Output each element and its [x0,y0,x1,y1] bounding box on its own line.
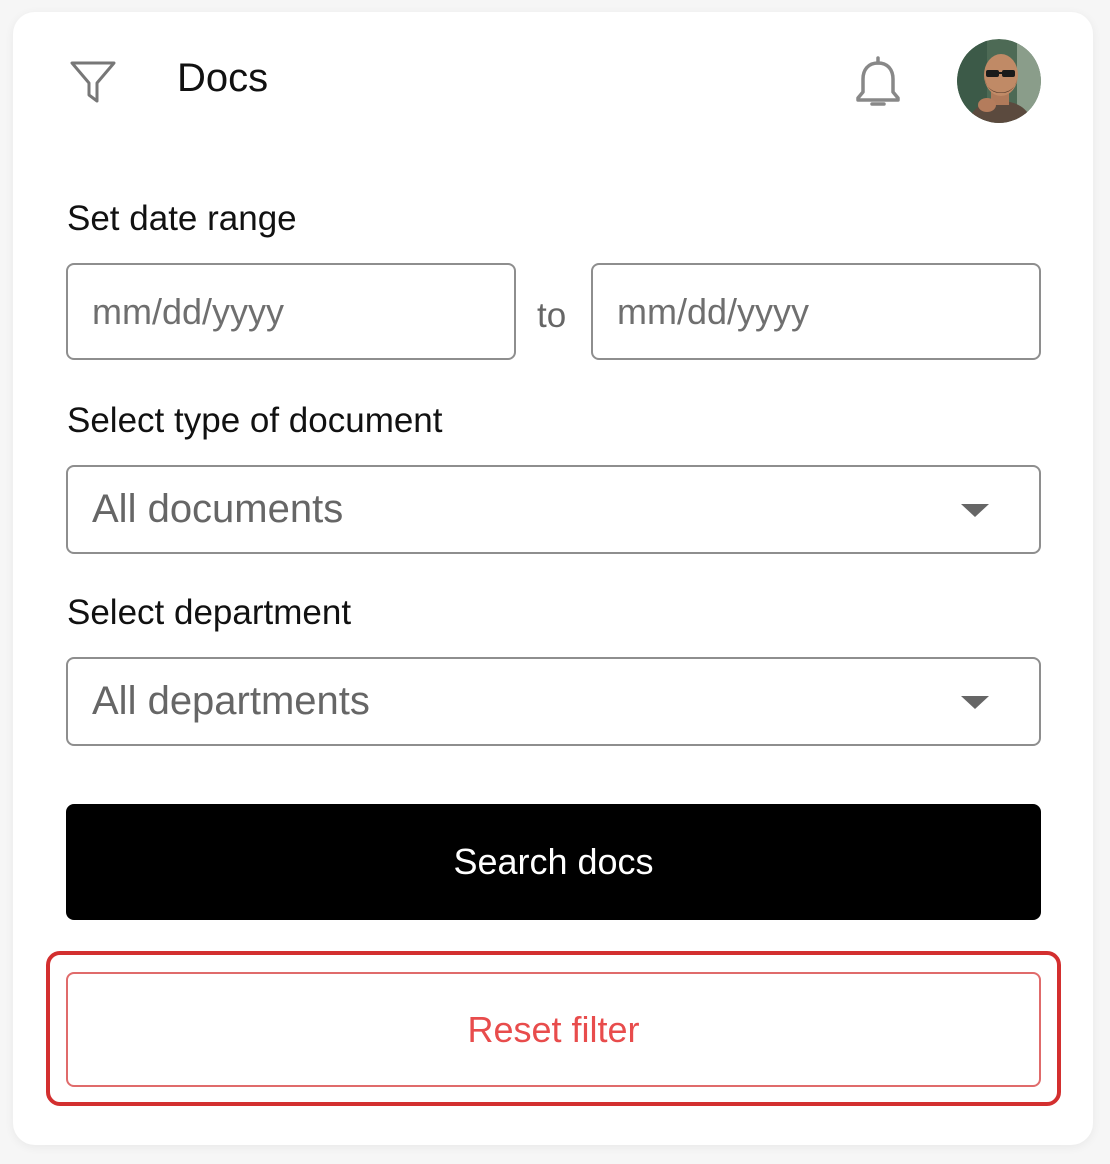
search-docs-button[interactable]: Search docs [66,804,1041,920]
filter-icon[interactable] [68,57,118,107]
date-range-label: Set date range [67,199,297,238]
chevron-down-icon [961,503,989,517]
page-title: Docs [177,56,269,100]
date-range-separator: to [537,296,567,335]
reset-filter-button[interactable]: Reset filter [66,972,1041,1087]
date-from-input[interactable] [68,265,514,358]
bell-icon[interactable] [853,56,903,112]
department-label: Select department [67,593,352,632]
date-to-field[interactable] [591,263,1041,360]
document-type-select[interactable]: All documents [66,465,1041,554]
docs-filter-card: Docs Set date range mm/dd/yyyy to mm/dd/… [13,12,1093,1145]
chevron-down-icon [961,695,989,709]
date-from-field[interactable] [66,263,516,360]
department-select[interactable]: All departments [66,657,1041,746]
department-value: All departments [92,679,370,723]
date-to-input[interactable] [593,265,1039,358]
document-type-label: Select type of document [67,401,443,440]
document-type-value: All documents [92,487,344,531]
user-avatar[interactable] [957,39,1041,123]
